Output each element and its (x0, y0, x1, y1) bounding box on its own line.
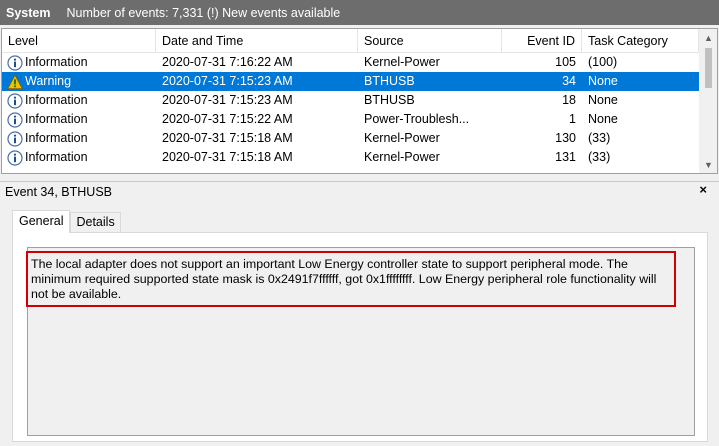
cell-datetime: 2020-07-31 7:15:18 AM (162, 150, 293, 164)
event-count: Number of events: 7,331 (!) New events a… (66, 5, 341, 20)
cell-datetime: 2020-07-31 7:15:23 AM (162, 93, 293, 107)
cell-event-id: 131 (555, 150, 576, 164)
cell-datetime: 2020-07-31 7:15:22 AM (162, 112, 293, 126)
events-table[interactable]: Level Date and Time Source Event ID Task… (1, 28, 718, 174)
cell-source: BTHUSB (364, 93, 415, 107)
cell-level: Information (2, 53, 156, 72)
cell-task-category: (100) (588, 55, 618, 69)
tab-details[interactable]: Details (70, 212, 121, 233)
vertical-scrollbar[interactable]: ▲ ▼ (699, 29, 717, 173)
level-text: Warning (25, 74, 72, 88)
table-row[interactable]: Information 2020-07-31 7:15:23 AM BTHUSB 18… (2, 91, 699, 110)
table-row[interactable]: Information 2020-07-31 7:15:18 AM Kernel-P… (2, 148, 699, 167)
cell-task-category: None (588, 74, 618, 88)
cell-source: Kernel-Power (364, 131, 440, 145)
cell-level: Information (2, 129, 156, 148)
scroll-up-icon[interactable]: ▲ (700, 29, 717, 46)
cell-source: Kernel-Power (364, 150, 440, 164)
table-row[interactable]: Warning 2020-07-31 7:15:23 AM BTHUSB 34 None (2, 72, 699, 91)
cell-event-id: 18 (562, 93, 576, 107)
warning-icon (7, 73, 23, 90)
column-header-source[interactable]: Source (358, 29, 502, 53)
scroll-down-icon[interactable]: ▼ (700, 156, 717, 173)
level-text: Information (25, 112, 88, 126)
cell-event-id: 105 (555, 55, 576, 69)
info-icon (7, 130, 23, 147)
cell-source: Kernel-Power (364, 55, 440, 69)
event-description-box[interactable]: The local adapter does not support an im… (26, 247, 695, 436)
detail-tabs: General Details (12, 210, 121, 233)
info-icon (7, 54, 23, 71)
cell-datetime: 2020-07-31 7:15:18 AM (162, 131, 293, 145)
level-text: Information (25, 150, 88, 164)
table-row[interactable]: Information 2020-07-31 7:15:22 AM Power-Tr… (2, 110, 699, 129)
info-icon (7, 92, 23, 109)
log-title-bar: System Number of events: 7,331 (!) New e… (0, 0, 719, 25)
event-description: The local adapter does not support an im… (26, 251, 676, 307)
level-text: Information (25, 55, 88, 69)
column-header-datetime[interactable]: Date and Time (156, 29, 358, 53)
cell-task-category: (33) (588, 131, 611, 145)
info-icon (7, 149, 23, 166)
cell-datetime: 2020-07-31 7:16:22 AM (162, 55, 293, 69)
general-tab-panel: The local adapter does not support an im… (12, 232, 708, 442)
cell-source: Power-Troublesh... (364, 112, 470, 126)
info-icon (7, 111, 23, 128)
close-icon[interactable]: × (699, 183, 707, 197)
cell-event-id: 130 (555, 131, 576, 145)
cell-datetime: 2020-07-31 7:15:23 AM (162, 74, 293, 88)
event-detail-title: Event 34, BTHUSB (5, 184, 112, 199)
table-body: Information 2020-07-31 7:16:22 AM Kernel-P… (2, 53, 699, 167)
scroll-thumb[interactable] (705, 48, 712, 88)
cell-event-id: 1 (569, 112, 576, 126)
cell-task-category: None (588, 112, 618, 126)
cell-level: Information (2, 91, 156, 110)
table-row[interactable]: Information 2020-07-31 7:16:22 AM Kernel-P… (2, 53, 699, 72)
table-row[interactable]: Information 2020-07-31 7:15:18 AM Kernel-P… (2, 129, 699, 148)
cell-task-category: None (588, 93, 618, 107)
cell-event-id: 34 (562, 74, 576, 88)
cell-source: BTHUSB (364, 74, 415, 88)
cell-level: Warning (2, 72, 156, 91)
cell-level: Information (2, 110, 156, 129)
tab-general[interactable]: General (12, 210, 71, 233)
level-text: Information (25, 131, 88, 145)
table-header: Level Date and Time Source Event ID Task… (2, 29, 699, 53)
level-text: Information (25, 93, 88, 107)
column-header-level[interactable]: Level (2, 29, 156, 53)
column-header-event-id[interactable]: Event ID (502, 29, 582, 53)
cell-level: Information (2, 148, 156, 167)
cell-task-category: (33) (588, 150, 611, 164)
column-header-task-category[interactable]: Task Category (582, 29, 699, 53)
log-name: System (6, 5, 51, 20)
event-detail-header: Event 34, BTHUSB (0, 181, 719, 201)
